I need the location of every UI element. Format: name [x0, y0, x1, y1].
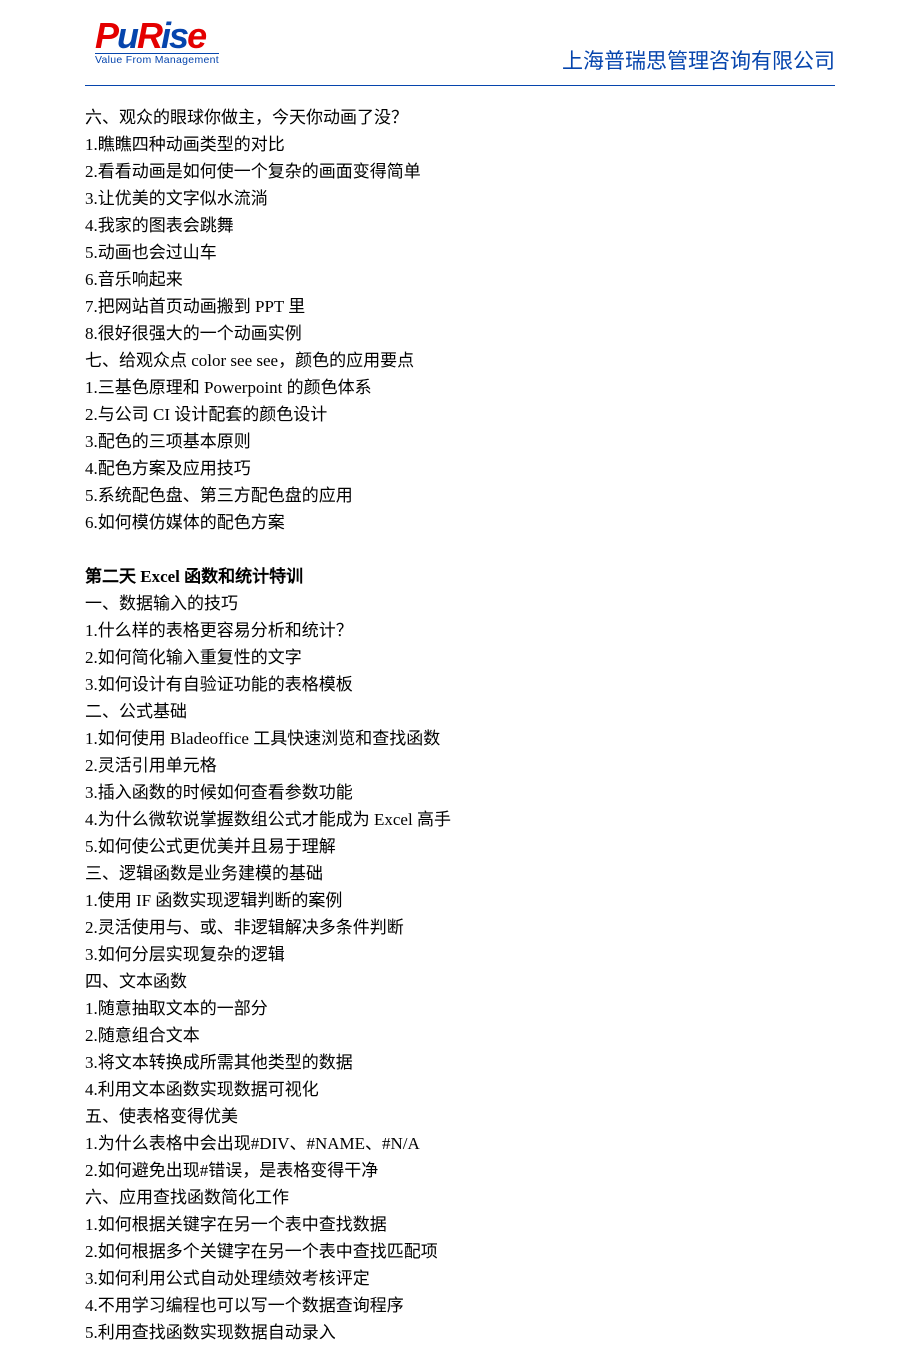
list-item: 4.为什么微软说掌握数组公式才能成为 Excel 高手: [85, 806, 835, 833]
list-item: 1.如何使用 Bladeoffice 工具快速浏览和查找函数: [85, 725, 835, 752]
section-heading: 七、给观众点 color see see，颜色的应用要点: [85, 347, 835, 374]
list-item: 3.插入函数的时候如何查看参数功能: [85, 779, 835, 806]
list-item: 2.如何避免出现#错误，是表格变得干净: [85, 1157, 835, 1184]
logo-letter: s: [169, 15, 187, 56]
list-item: 4.不用学习编程也可以写一个数据查询程序: [85, 1292, 835, 1319]
list-item: 2.如何根据多个关键字在另一个表中查找匹配项: [85, 1238, 835, 1265]
list-item: 1.什么样的表格更容易分析和统计？: [85, 617, 835, 644]
list-item: 2.如何简化输入重复性的文字: [85, 644, 835, 671]
logo-letter: P: [95, 15, 117, 56]
document-header: PuRise Value From Management 上海普瑞思管理咨询有限…: [0, 0, 920, 85]
logo-letter: e: [187, 15, 205, 56]
logo: PuRise Value From Management: [95, 20, 219, 66]
logo-subtitle: Value From Management: [95, 53, 219, 66]
list-item: 1.如何根据关键字在另一个表中查找数据: [85, 1211, 835, 1238]
section-heading: 四、文本函数: [85, 968, 835, 995]
section-heading: 六、应用查找函数简化工作: [85, 1184, 835, 1211]
list-item: 4.利用文本函数实现数据可视化: [85, 1076, 835, 1103]
logo-letter: R: [137, 15, 161, 56]
section-heading: 六、观众的眼球你做主，今天你动画了没？: [85, 104, 835, 131]
list-item: 4.我家的图表会跳舞: [85, 212, 835, 239]
list-item: 3.如何分层实现复杂的逻辑: [85, 941, 835, 968]
list-item: 2.看看动画是如何使一个复杂的画面变得简单: [85, 158, 835, 185]
company-name: 上海普瑞思管理咨询有限公司: [562, 45, 835, 75]
list-item: 2.灵活引用单元格: [85, 752, 835, 779]
list-item: 8.很好很强大的一个动画实例: [85, 320, 835, 347]
list-item: 2.灵活使用与、或、非逻辑解决多条件判断: [85, 914, 835, 941]
list-item: 1.随意抽取文本的一部分: [85, 995, 835, 1022]
section-heading: 二、公式基础: [85, 698, 835, 725]
list-item: 1.瞧瞧四种动画类型的对比: [85, 131, 835, 158]
list-item: 3.将文本转换成所需其他类型的数据: [85, 1049, 835, 1076]
list-item: 3.让优美的文字似水流淌: [85, 185, 835, 212]
list-item: 3.如何设计有自验证功能的表格模板: [85, 671, 835, 698]
list-item: 2.随意组合文本: [85, 1022, 835, 1049]
list-item: 1.为什么表格中会出现#DIV、#NAME、#N/A: [85, 1130, 835, 1157]
list-item: 7.把网站首页动画搬到 PPT 里: [85, 293, 835, 320]
list-item: 3.如何利用公式自动处理绩效考核评定: [85, 1265, 835, 1292]
logo-letter: i: [161, 15, 169, 56]
header-divider: [85, 85, 835, 86]
list-item: 1.三基色原理和 Powerpoint 的颜色体系: [85, 374, 835, 401]
list-item: 5.系统配色盘、第三方配色盘的应用: [85, 482, 835, 509]
section-heading: 一、数据输入的技巧: [85, 590, 835, 617]
section-heading: 五、使表格变得优美: [85, 1103, 835, 1130]
list-item: 1.使用 IF 函数实现逻辑判断的案例: [85, 887, 835, 914]
list-item: 5.动画也会过山车: [85, 239, 835, 266]
logo-wordmark: PuRise: [95, 20, 219, 52]
list-item: 3.配色的三项基本原则: [85, 428, 835, 455]
list-item: 6.如何模仿媒体的配色方案: [85, 509, 835, 536]
list-item: 4.配色方案及应用技巧: [85, 455, 835, 482]
list-item: 5.利用查找函数实现数据自动录入: [85, 1319, 835, 1346]
document-content: 六、观众的眼球你做主，今天你动画了没？ 1.瞧瞧四种动画类型的对比 2.看看动画…: [0, 104, 920, 1346]
list-item: 6.音乐响起来: [85, 266, 835, 293]
logo-letter: u: [117, 15, 137, 56]
list-item: 2.与公司 CI 设计配套的颜色设计: [85, 401, 835, 428]
list-item: 5.如何使公式更优美并且易于理解: [85, 833, 835, 860]
day-title: 第二天 Excel 函数和统计特训: [85, 563, 835, 590]
section-heading: 三、逻辑函数是业务建模的基础: [85, 860, 835, 887]
